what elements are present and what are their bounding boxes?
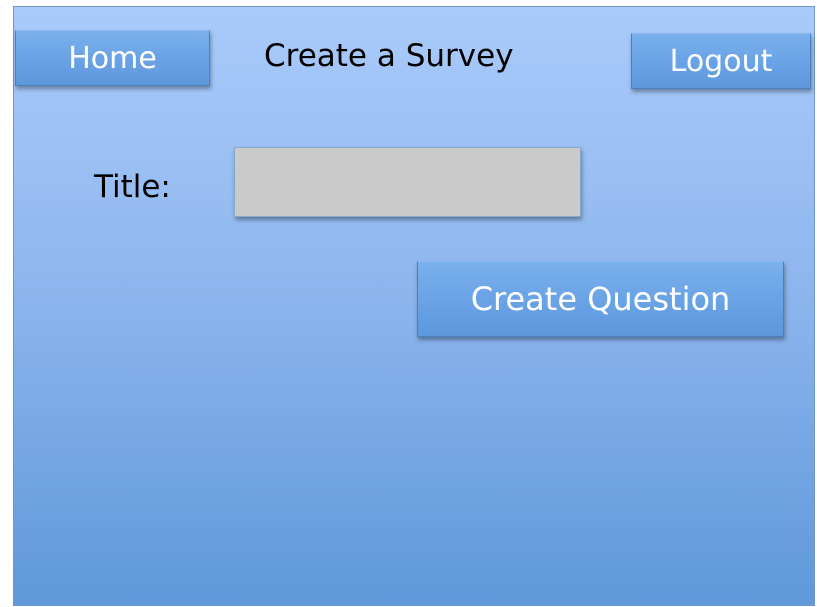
create-question-button[interactable]: Create Question (417, 261, 784, 337)
title-label: Title: (94, 169, 171, 205)
page-title: Create a Survey (264, 38, 514, 74)
logout-button[interactable]: Logout (631, 33, 811, 89)
title-input[interactable] (234, 147, 581, 217)
home-button[interactable]: Home (15, 30, 210, 86)
survey-panel: Home Create a Survey Logout Title: Creat… (13, 6, 815, 606)
